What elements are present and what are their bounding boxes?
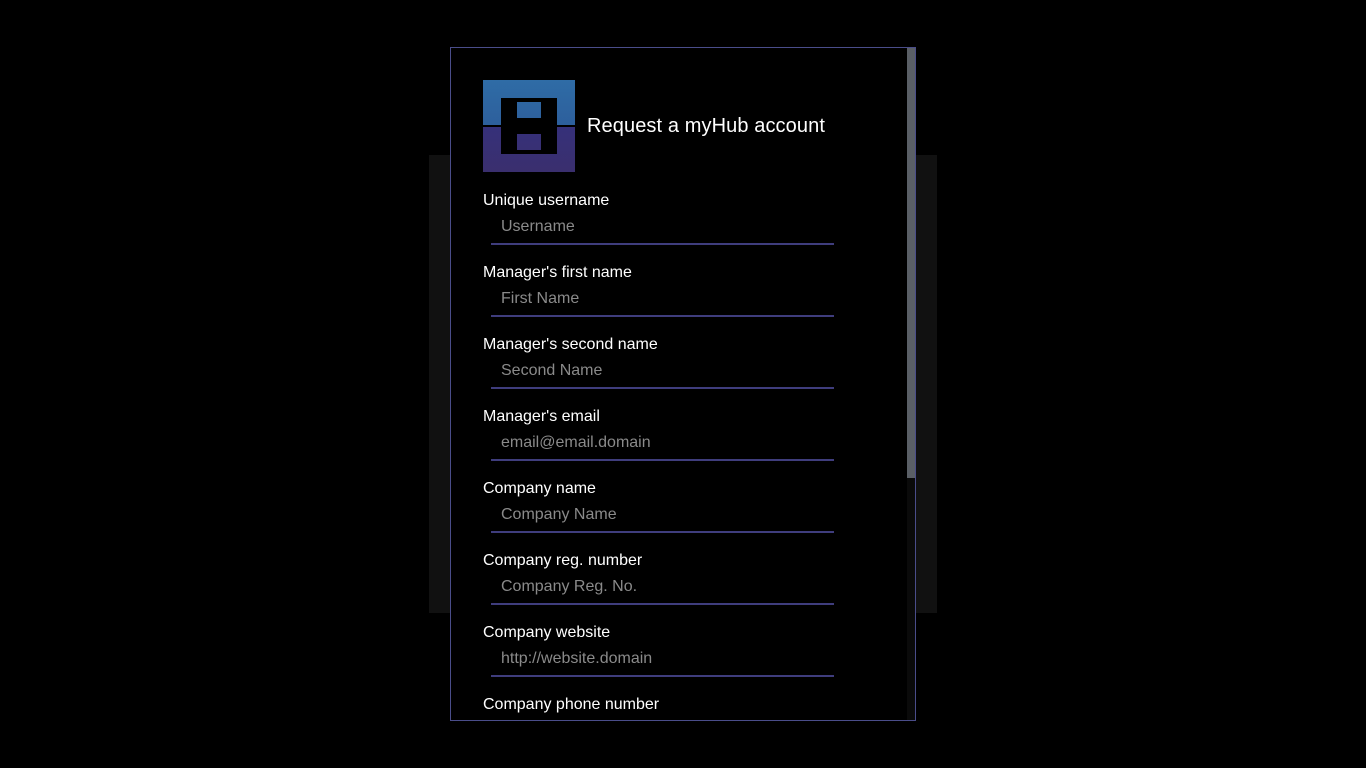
field-first-name: Manager's first name (483, 244, 883, 317)
scrollbar-thumb[interactable] (907, 48, 915, 478)
company-phone-input[interactable] (491, 715, 834, 720)
field-company-name: Company name (483, 460, 883, 533)
company-name-label: Company name (483, 480, 596, 497)
company-name-input[interactable] (491, 499, 834, 533)
request-account-dialog: Request a myHub account Unique username … (450, 47, 916, 721)
second-name-input[interactable] (491, 355, 834, 389)
username-input[interactable] (491, 211, 834, 245)
field-second-name: Manager's second name (483, 316, 883, 389)
field-company-reg: Company reg. number (483, 532, 883, 605)
scrollbar-track[interactable] (907, 48, 915, 720)
second-name-label: Manager's second name (483, 336, 658, 353)
first-name-label: Manager's first name (483, 264, 632, 281)
username-label: Unique username (483, 192, 610, 209)
first-name-input[interactable] (491, 283, 834, 317)
company-website-label: Company website (483, 624, 611, 641)
field-username: Unique username (483, 172, 883, 245)
dialog-header: Request a myHub account (483, 80, 883, 172)
email-input[interactable] (491, 427, 834, 461)
email-label: Manager's email (483, 408, 600, 425)
field-company-phone: Company phone number (483, 676, 883, 720)
company-phone-label: Company phone number (483, 696, 660, 713)
field-email: Manager's email (483, 388, 883, 461)
company-reg-input[interactable] (491, 571, 834, 605)
myhub-logo-icon (483, 80, 575, 172)
form-content: Request a myHub account Unique username … (483, 80, 883, 720)
company-reg-label: Company reg. number (483, 552, 643, 569)
field-company-website: Company website (483, 604, 883, 677)
company-website-input[interactable] (491, 643, 834, 677)
dialog-title: Request a myHub account (587, 114, 825, 137)
